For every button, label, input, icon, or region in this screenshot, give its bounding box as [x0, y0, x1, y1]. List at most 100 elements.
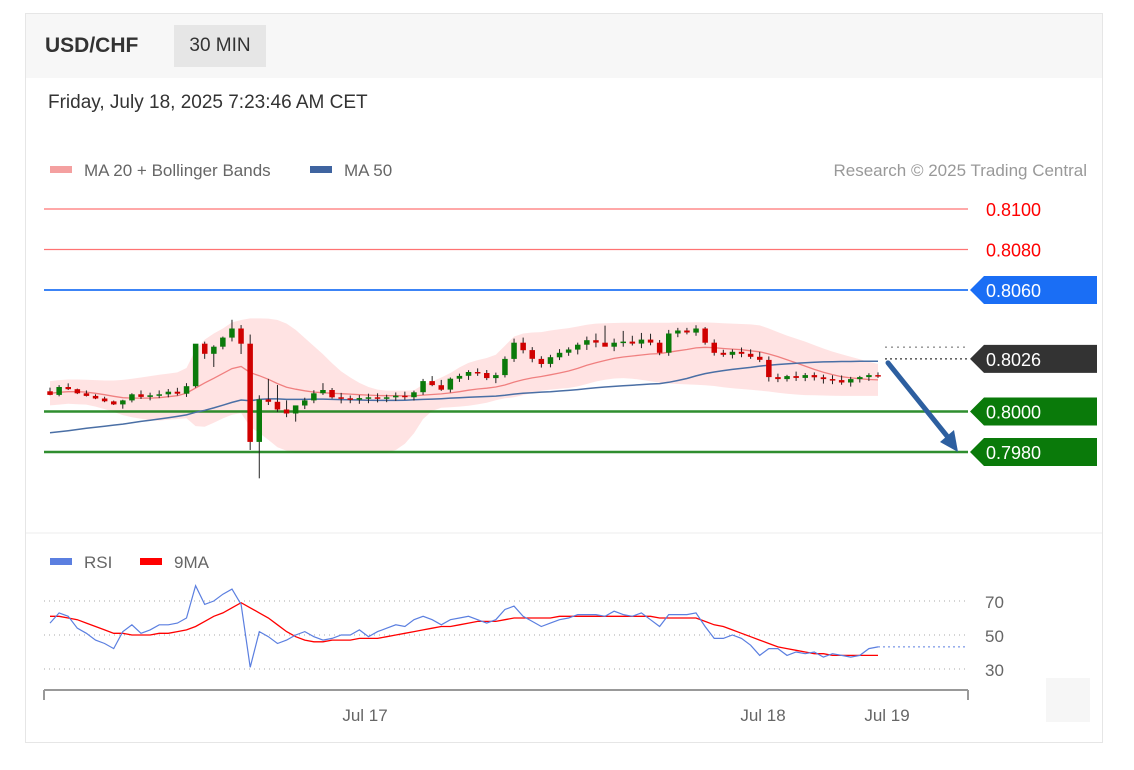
candle-down	[111, 401, 117, 405]
candle-up	[302, 400, 308, 406]
candle-down	[747, 353, 754, 357]
resistance-level-label: 0.8080	[986, 241, 1041, 261]
candle-up	[675, 330, 681, 334]
rsi-legend-label: RSI	[84, 553, 112, 572]
candle-up	[447, 378, 454, 390]
candle-up	[465, 372, 472, 376]
candle-up	[565, 349, 572, 353]
candle-up	[393, 395, 399, 398]
support-level-label: 0.7980	[986, 443, 1041, 463]
candle-up	[611, 342, 617, 347]
candle-down	[438, 385, 444, 390]
candle-down	[766, 359, 772, 378]
candle-up	[365, 397, 372, 399]
candle-down	[347, 398, 353, 400]
candle-down	[47, 391, 53, 395]
candle-down	[656, 342, 663, 353]
candle-up	[620, 341, 626, 344]
candle-down	[402, 395, 408, 398]
candle-down	[484, 373, 490, 379]
candle-up	[857, 377, 863, 380]
support-level-label: 0.8000	[986, 403, 1041, 423]
ma50-legend-label: MA 50	[344, 161, 392, 180]
bollinger-bands	[50, 318, 878, 453]
candle-up	[584, 340, 590, 345]
candle-down	[265, 399, 272, 402]
candle-up	[56, 387, 62, 395]
candle-down	[138, 394, 144, 397]
rsi-ma-legend-label: 9MA	[174, 553, 210, 572]
candle-down	[775, 377, 781, 380]
candle-down	[247, 343, 253, 442]
candle-up	[256, 399, 262, 442]
candle-down	[538, 358, 545, 364]
candle-down	[101, 398, 108, 402]
candle-down	[647, 339, 654, 343]
candle-down	[738, 351, 745, 354]
candle-up	[866, 375, 872, 378]
candle-up	[411, 392, 417, 398]
rsi-legend: RSI 9MA	[50, 553, 210, 572]
rsi-panel: 70 50 30	[44, 584, 1004, 680]
candle-down	[374, 397, 381, 399]
price-chart: MA 20 + Bollinger Bands MA 50 Research ©…	[26, 161, 1102, 725]
candle-up	[511, 342, 517, 359]
candle-up	[356, 398, 363, 400]
candle-up	[192, 343, 199, 387]
candle-up	[666, 333, 672, 353]
candle-up	[311, 393, 317, 401]
candle-down	[202, 343, 208, 354]
candle-up	[693, 328, 699, 333]
candle-up	[575, 344, 581, 350]
ma50-legend-swatch	[310, 166, 332, 173]
candle-down	[429, 381, 435, 386]
rsi-legend-swatch	[50, 558, 72, 565]
candle-up	[211, 346, 217, 354]
candle-down	[174, 391, 181, 394]
candle-down	[602, 342, 608, 347]
rsi-ma-line	[50, 601, 878, 657]
candle-down	[65, 387, 71, 390]
candle-up	[292, 405, 299, 414]
resistance-level-label: 0.8100	[986, 200, 1041, 220]
candle-up	[784, 376, 790, 380]
candle-down	[793, 376, 799, 378]
candle-down	[593, 340, 599, 343]
candle-down	[820, 377, 827, 380]
candle-down	[283, 409, 290, 414]
candle-down	[829, 379, 836, 381]
candle-up	[156, 394, 162, 396]
candle-up	[229, 328, 235, 338]
candle-up	[638, 339, 645, 344]
candle-up	[493, 375, 499, 379]
x-tick-label: Jul 18	[740, 706, 785, 725]
candle-down	[338, 397, 344, 399]
candle-down	[529, 350, 535, 359]
candle-down	[702, 328, 708, 343]
candle-down	[711, 342, 717, 353]
candle-down	[875, 375, 881, 377]
candle-up	[729, 351, 736, 355]
candle-up	[147, 395, 153, 397]
candle-down	[684, 330, 690, 333]
candle-up	[383, 397, 390, 399]
ma20-legend-swatch	[50, 166, 72, 173]
candle-up	[120, 400, 126, 405]
corner-placeholder	[1046, 678, 1090, 722]
candle-up	[802, 375, 808, 378]
candle-down	[720, 352, 727, 355]
candle-down	[274, 401, 281, 410]
price-level-labels[interactable]: 0.8100 0.8080 0.8060 0.8026 0.8000 0.7980	[970, 200, 1097, 466]
x-axis: Jul 17 Jul 18 Jul 19	[43, 689, 969, 725]
candle-up	[420, 381, 426, 393]
x-tick-label: Jul 17	[342, 706, 387, 725]
candle-down	[83, 393, 90, 396]
candle-up	[502, 358, 508, 376]
rsi-tick-label: 50	[985, 627, 1004, 646]
rsi-tick-label: 70	[985, 593, 1004, 612]
candle-down	[474, 372, 481, 374]
candle-down	[757, 356, 763, 360]
candle-down	[811, 375, 818, 378]
candle-up	[456, 375, 463, 379]
forecast-arrow-shaft	[885, 360, 954, 444]
